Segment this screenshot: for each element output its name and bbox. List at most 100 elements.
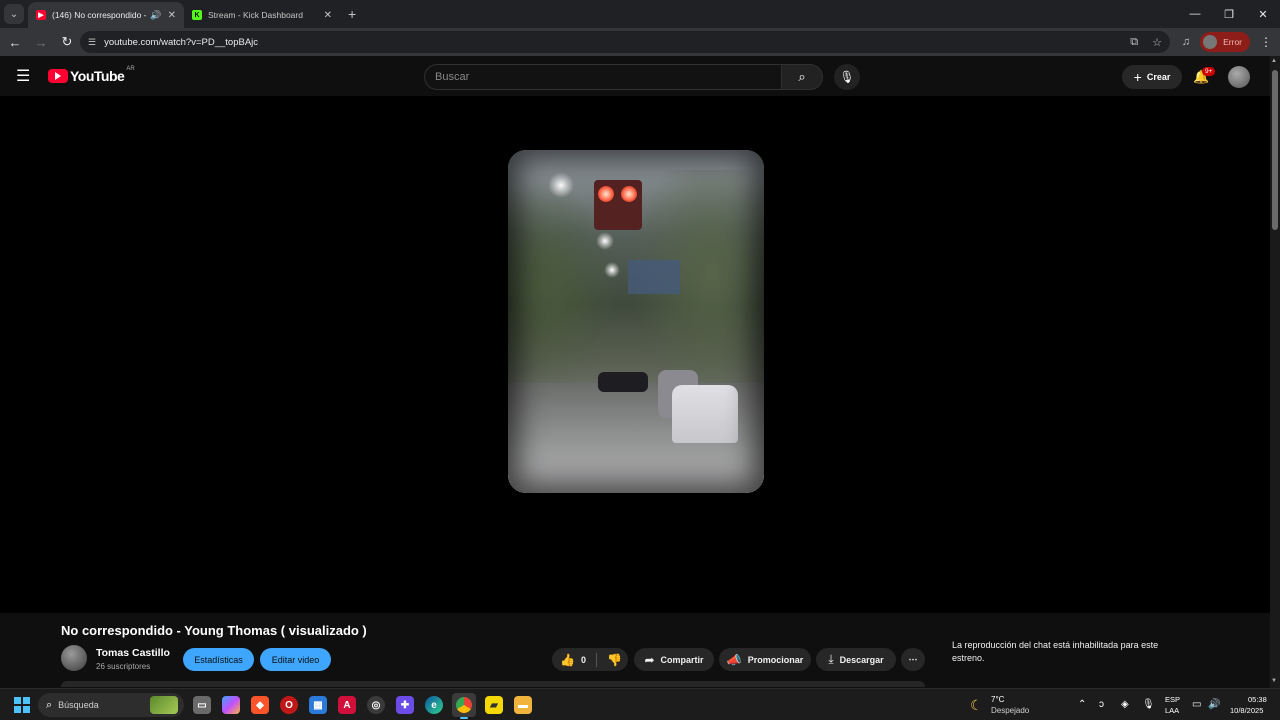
hamburger-menu-icon[interactable]: ☰: [16, 66, 30, 86]
install-app-icon[interactable]: ⧉: [1130, 36, 1138, 49]
profile-error-button[interactable]: Error: [1200, 32, 1250, 52]
youtube-favicon-icon: ▶: [36, 10, 46, 20]
volume-icon[interactable]: 🔊: [1208, 699, 1220, 710]
promote-button[interactable]: 📣 Promocionar: [719, 648, 811, 671]
input-language[interactable]: ESP: [1165, 695, 1180, 704]
like-divider: [595, 652, 597, 667]
channel-name[interactable]: Tomas Castillo: [96, 647, 170, 659]
video-info-section: No correspondido - Young Thomas ( visual…: [0, 613, 1270, 688]
tab-youtube[interactable]: ▶ (146) No correspondido - YouTube 🔊 ✕: [28, 2, 184, 28]
clock-time[interactable]: 05:38: [1248, 695, 1267, 704]
scroll-down-arrow-icon[interactable]: ▼: [1271, 678, 1277, 684]
megaphone-icon: 📣: [726, 652, 742, 667]
search-input[interactable]: Buscar: [424, 64, 782, 90]
voice-search-button[interactable]: 🎙: [834, 64, 860, 90]
browser-tab-strip: ⌄ ▶ (146) No correspondido - YouTube 🔊 ✕…: [0, 0, 1280, 28]
description-box-edge[interactable]: [61, 681, 925, 687]
scrollbar-thumb[interactable]: [1272, 70, 1278, 230]
microphone-icon: 🎙: [839, 70, 855, 84]
tray-microphone-icon[interactable]: 🎙: [1142, 699, 1155, 710]
youtube-header: ☰ YouTube AR Buscar ⌕ 🎙 + Crear 🔔 9+: [0, 56, 1270, 96]
chat-disabled-message: La reproducción del chat está inhabilita…: [952, 640, 1159, 663]
youtube-logo[interactable]: YouTube AR: [48, 66, 135, 84]
promote-label: Promocionar: [747, 654, 804, 665]
window-controls: — ❐ ✕: [1178, 0, 1280, 28]
gamepad-icon[interactable]: ✚: [396, 696, 414, 714]
thumbs-up-icon[interactable]: 👍: [560, 653, 575, 667]
opera-browser-icon[interactable]: O: [280, 696, 298, 714]
tray-network-app-icon[interactable]: ◈: [1121, 699, 1129, 710]
edit-video-button[interactable]: Editar video: [260, 648, 331, 671]
close-window-icon[interactable]: ✕: [1246, 0, 1280, 28]
search-button[interactable]: ⌕: [781, 64, 823, 90]
windows-start-icon[interactable]: [14, 697, 30, 713]
tab-search-button[interactable]: ⌄: [4, 4, 24, 24]
video-title: No correspondido - Young Thomas ( visual…: [61, 623, 367, 638]
account-avatar[interactable]: [1228, 66, 1250, 88]
sticky-notes-icon[interactable]: ▰: [485, 696, 503, 714]
site-info-icon[interactable]: ☰: [88, 37, 96, 48]
bookmark-star-icon[interactable]: ☆: [1152, 36, 1162, 49]
close-tab-icon[interactable]: ✕: [324, 10, 332, 21]
video-player[interactable]: [0, 96, 1270, 613]
tab-kick[interactable]: K Stream - Kick Dashboard ✕: [184, 2, 340, 28]
brave-browser-icon[interactable]: ◆: [251, 696, 269, 714]
kick-favicon-icon: K: [192, 10, 202, 20]
share-icon: ➦: [644, 652, 655, 667]
search-placeholder: Buscar: [435, 71, 470, 83]
amd-software-icon[interactable]: A: [338, 696, 356, 714]
download-icon: ⤓: [828, 652, 834, 666]
search-highlight-icon: [150, 696, 178, 714]
edge-browser-icon[interactable]: e: [425, 696, 443, 714]
youtube-wordmark: YouTube: [70, 68, 125, 84]
create-button[interactable]: + Crear: [1122, 65, 1182, 89]
minimize-icon[interactable]: —: [1178, 0, 1212, 28]
statistics-button[interactable]: Estadísticas: [183, 648, 254, 671]
restore-icon[interactable]: ❐: [1212, 0, 1246, 28]
thumbs-down-icon[interactable]: 👎: [607, 653, 622, 667]
tab-title: (146) No correspondido - YouTube: [52, 10, 147, 20]
back-icon[interactable]: ←: [4, 35, 26, 50]
taskbar-search[interactable]: ⌕ Búsqueda: [38, 693, 184, 717]
address-bar[interactable]: ☰ youtube.com/watch?v=PD__topBAjc ⧉ ☆: [80, 31, 1170, 53]
chrome-browser-icon[interactable]: [452, 693, 476, 719]
weather-moon-icon[interactable]: ☾: [970, 697, 983, 714]
download-label: Descargar: [839, 654, 884, 665]
display-icon[interactable]: ▭: [1192, 699, 1201, 710]
new-tab-button[interactable]: +: [348, 6, 356, 22]
taskbar-search-placeholder: Búsqueda: [58, 700, 99, 710]
opera-gx-icon[interactable]: ◎: [367, 696, 385, 714]
windows-taskbar: ⌕ Búsqueda ▭ ◆ O ▦ A ◎ ✚ e ▰ ▬ ☾ 7°C Des…: [0, 688, 1280, 720]
scroll-up-arrow-icon[interactable]: ▲: [1271, 58, 1277, 64]
video-vignette: [508, 150, 764, 493]
weather-temperature[interactable]: 7°C: [991, 695, 1004, 704]
more-actions-button[interactable]: ⋯: [901, 648, 925, 671]
forward-icon[interactable]: →: [30, 35, 52, 50]
share-label: Compartir: [660, 654, 704, 665]
share-button[interactable]: ➦ Compartir: [634, 648, 714, 671]
subscriber-count: 26 suscriptores: [96, 662, 151, 671]
plus-icon: +: [1133, 69, 1142, 85]
like-count: 0: [580, 654, 586, 665]
task-view-icon[interactable]: ▭: [193, 696, 211, 714]
close-tab-icon[interactable]: ✕: [168, 10, 176, 21]
channel-avatar[interactable]: [61, 645, 87, 671]
download-button[interactable]: ⤓ Descargar: [816, 648, 896, 671]
profile-status-label: Error: [1223, 37, 1242, 47]
notifications-badge: 9+: [1202, 67, 1216, 76]
input-layout[interactable]: LAA: [1165, 706, 1179, 715]
browser-menu-icon[interactable]: ⋮: [1260, 35, 1272, 49]
microsoft-store-icon[interactable]: ▦: [309, 696, 327, 714]
clock-date[interactable]: 10/8/2025: [1230, 706, 1263, 715]
copilot-icon[interactable]: [222, 696, 240, 714]
file-explorer-icon[interactable]: ▬: [514, 696, 532, 714]
speaker-icon[interactable]: 🔊: [150, 10, 161, 21]
tray-overflow-chevron-icon[interactable]: ⌃: [1078, 699, 1086, 710]
weather-description[interactable]: Despejado: [991, 706, 1029, 715]
media-control-icon[interactable]: ♫: [1182, 36, 1190, 48]
tray-app-icon[interactable]: ↄ: [1099, 699, 1104, 710]
country-code: AR: [126, 66, 135, 72]
video-frame: [508, 150, 764, 493]
browser-toolbar: ← → ↻ ☰ youtube.com/watch?v=PD__topBAjc …: [0, 28, 1280, 56]
reload-icon[interactable]: ↻: [56, 34, 78, 50]
